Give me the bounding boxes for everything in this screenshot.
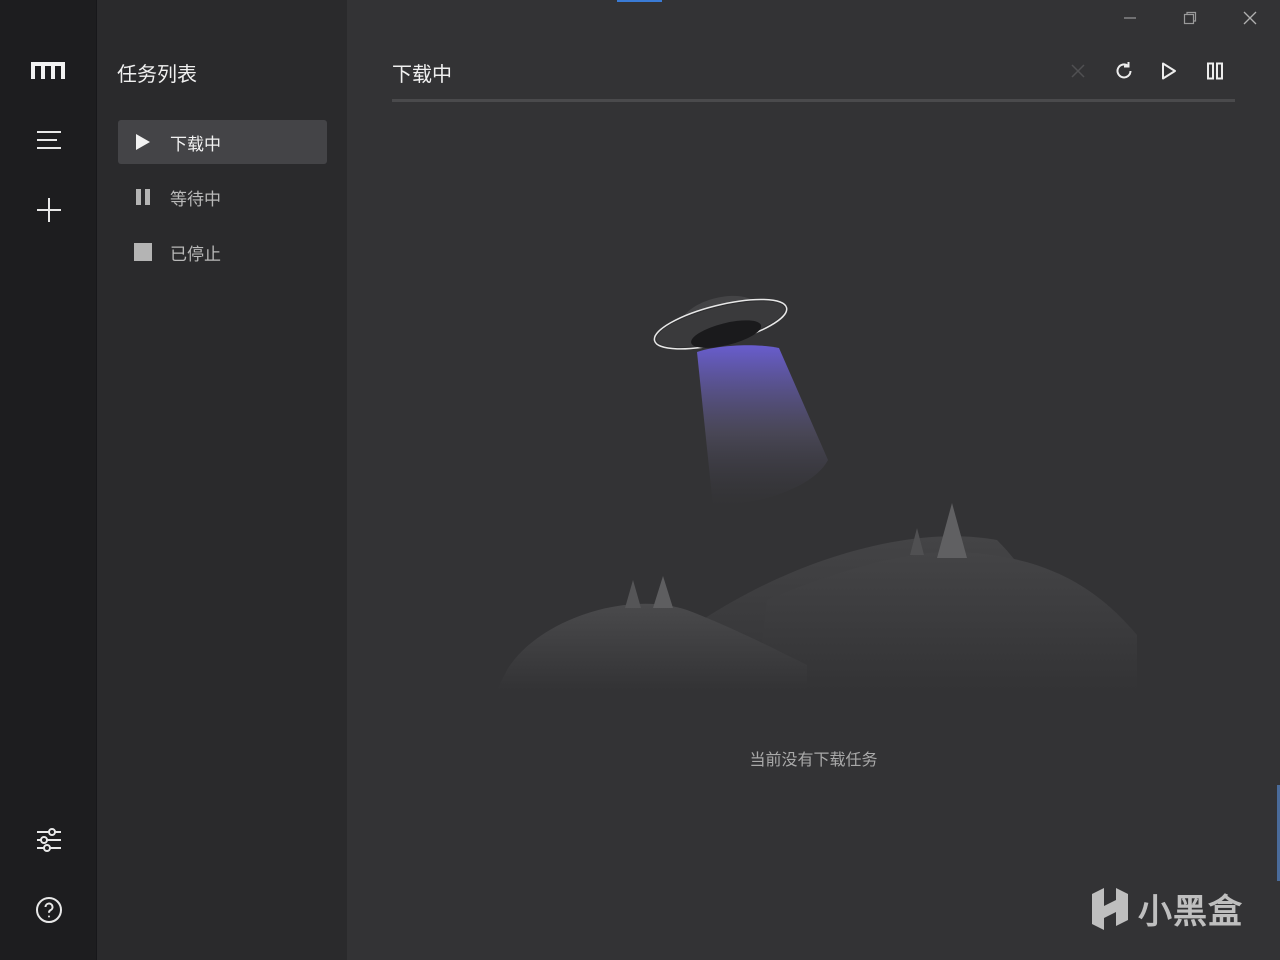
play-icon [134,133,152,151]
watermark-logo-icon [1092,888,1128,930]
play-icon[interactable] [1154,56,1184,86]
nav-label: 已停止 [170,244,221,265]
watermark: 小黑盒 [1088,882,1243,934]
stop-icon [134,243,152,261]
main-panel: 下载中 当前没有下载任务 小黑盒 [347,0,1280,960]
task-sidebar: 任务列表 下载中 等待中 已停止 [97,0,347,960]
nav-item-stopped[interactable]: 已停止 [118,230,327,274]
hamburger-menu-icon[interactable] [25,116,73,164]
pause-icon [134,188,152,206]
delete-icon[interactable] [1063,56,1093,86]
close-window-icon[interactable] [1235,4,1265,32]
refresh-icon[interactable] [1109,56,1139,86]
nav-label: 等待中 [170,189,221,210]
top-accent [617,0,662,2]
nav-label: 下载中 [170,134,221,155]
header-divider [392,99,1235,102]
plus-icon[interactable] [25,186,73,234]
pause-icon[interactable] [1200,56,1230,86]
app-logo-icon[interactable] [25,46,73,94]
help-circle-icon[interactable] [25,886,73,934]
left-rail [0,0,97,960]
minimize-icon[interactable] [1115,4,1145,32]
maximize-icon[interactable] [1175,4,1205,32]
watermark-text: 小黑盒 [1138,891,1243,932]
sidebar-title: 任务列表 [117,62,197,86]
nav-item-waiting[interactable]: 等待中 [118,175,327,219]
empty-state-illustration [497,296,1137,690]
nav-item-downloading[interactable]: 下载中 [118,120,327,164]
sliders-icon[interactable] [25,816,73,864]
page-title: 下载中 [392,62,452,86]
empty-message: 当前没有下载任务 [749,750,878,769]
